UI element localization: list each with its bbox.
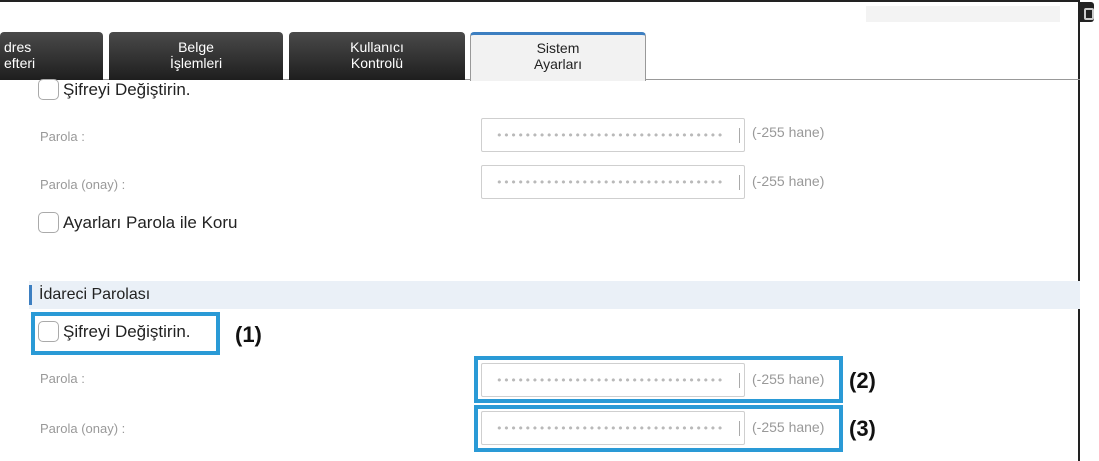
tab-label-line1: Belge: [178, 39, 214, 55]
admin-password-confirm-label: Parola (onay) :: [40, 421, 126, 436]
text-caret: [739, 128, 740, 143]
password-hint: (-255 hane): [752, 124, 825, 140]
tab-label-line2: İşlemleri: [169, 55, 223, 71]
tab-label-line2: Ayarları: [534, 56, 582, 72]
tab-system-settings[interactable]: Sistem Ayarları: [470, 32, 646, 81]
callout-label-3: (3): [849, 416, 876, 441]
password-confirm-hint: (-255 hane): [752, 173, 825, 189]
tab-address-book[interactable]: dres efteri: [0, 32, 103, 80]
callout-label-2: (2): [849, 368, 876, 393]
admin-password-label: Parola :: [40, 371, 85, 386]
tab-label-line1: Sistem: [536, 40, 580, 56]
change-password-row[interactable]: Şifreyi Değiştirin.: [38, 79, 191, 100]
protect-settings-label: Ayarları Parola ile Koru: [63, 212, 238, 232]
password-label: Parola :: [40, 129, 85, 144]
callout-box-1: [31, 312, 220, 355]
callout-box-2: [474, 356, 843, 403]
protect-settings-checkbox[interactable]: [38, 212, 59, 233]
callout-box-3: [474, 405, 843, 452]
password-field[interactable]: ••••••••••••••••••••••••••••••••: [481, 118, 745, 152]
section-title: İdareci Parolası: [39, 286, 151, 303]
top-bar-field: [866, 6, 1060, 22]
text-caret: [739, 175, 740, 190]
tab-document-operations[interactable]: Belge İşlemleri: [109, 32, 283, 80]
protect-settings-row[interactable]: Ayarları Parola ile Koru: [38, 212, 238, 233]
password-confirm-label: Parola (onay) :: [40, 177, 126, 192]
change-password-checkbox[interactable]: [38, 79, 59, 100]
password-dots: ••••••••••••••••••••••••••••••••: [496, 176, 724, 189]
change-password-label: Şifreyi Değiştirin.: [63, 79, 191, 99]
callout-label-1: (1): [235, 322, 262, 347]
tab-user-control[interactable]: Kullanıcı Kontrolü: [289, 32, 465, 80]
logout-icon[interactable]: [1080, 2, 1094, 22]
admin-password-section-header: İdareci Parolası: [29, 281, 1080, 309]
tab-label-line2: efteri: [4, 55, 36, 71]
password-dots: ••••••••••••••••••••••••••••••••: [496, 129, 724, 142]
tab-label-line1: dres: [4, 39, 32, 55]
tab-label-line1: Kullanıcı: [350, 39, 404, 55]
tab-label-line2: Kontrolü: [350, 55, 404, 71]
tab-bar: dres efteri Belge İşlemleri Kullanıcı Ko…: [0, 32, 1080, 81]
password-confirm-field[interactable]: ••••••••••••••••••••••••••••••••: [481, 165, 745, 199]
